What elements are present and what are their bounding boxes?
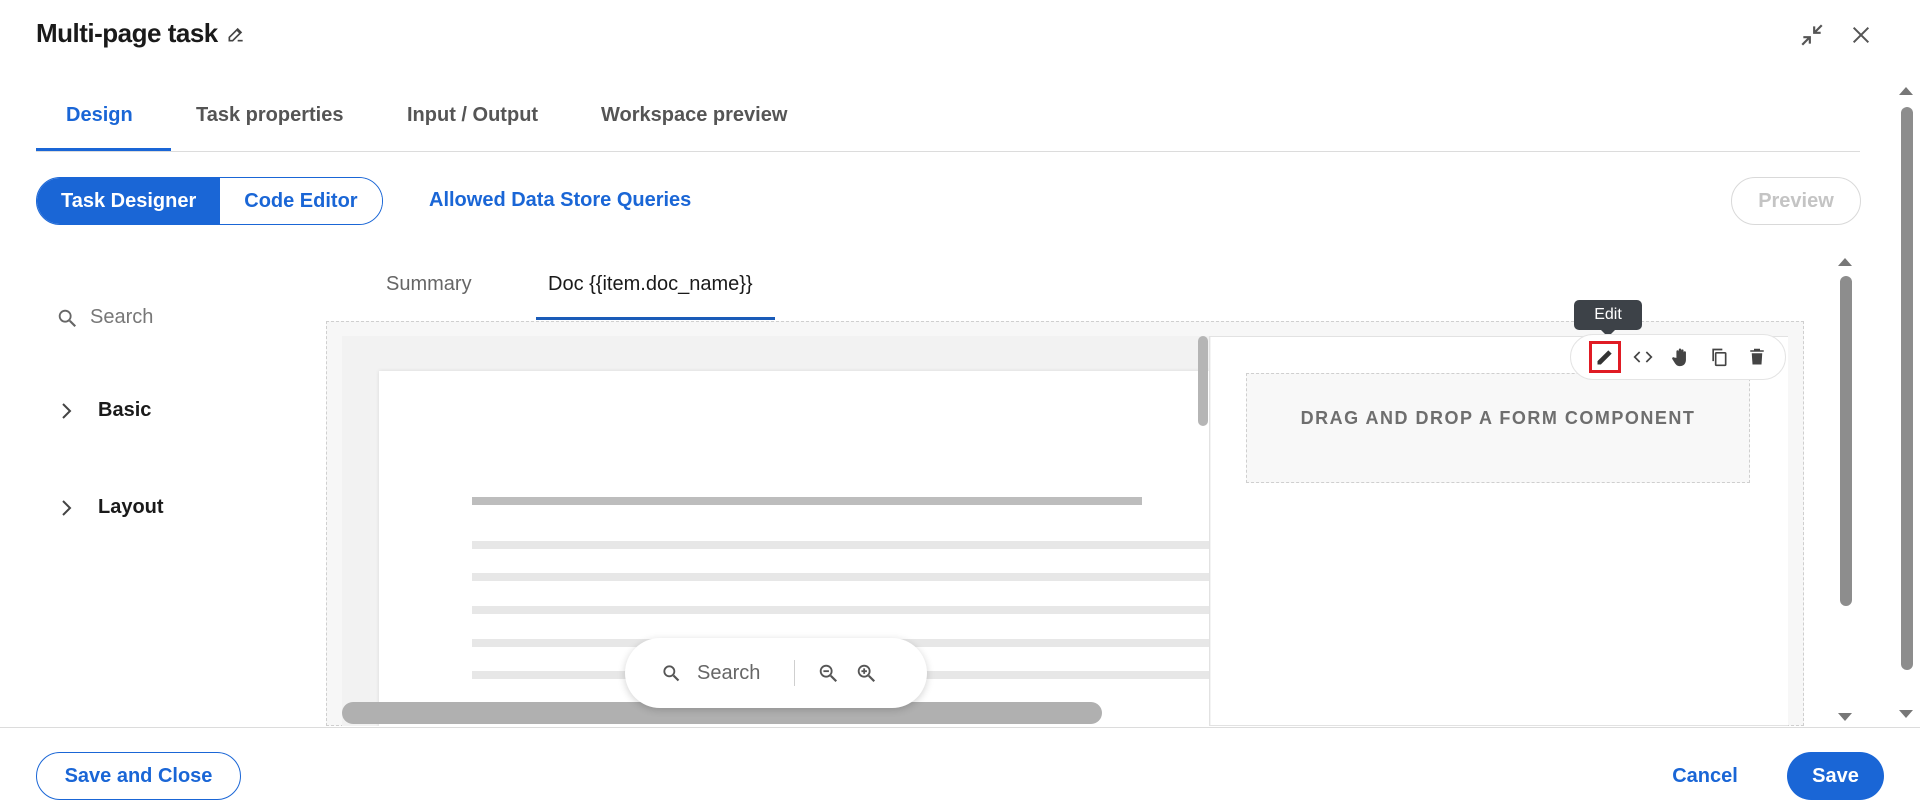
chevron-right-icon [60,498,74,518]
pencil-icon[interactable] [1589,341,1621,373]
trash-icon[interactable] [1743,343,1771,371]
preview-button[interactable]: Preview [1731,177,1861,225]
save-button[interactable]: Save [1787,752,1884,800]
save-and-close-button[interactable]: Save and Close [36,752,241,800]
tree-group-layout[interactable]: Layout [60,496,164,519]
zoom-out-icon[interactable] [817,662,839,684]
tab-input-output[interactable]: Input / Output [407,104,538,127]
toolbar-divider [794,660,796,686]
task-designer-button[interactable]: Task Designer [37,178,221,224]
component-search[interactable]: Search [56,306,153,329]
copy-icon[interactable] [1705,343,1733,371]
document-text-line [472,541,1209,549]
zoom-in-icon[interactable] [855,662,877,684]
document-vertical-scrollbar[interactable] [1198,336,1208,426]
document-search-input[interactable]: Search [697,662,760,685]
document-heading-line [472,497,1142,505]
form-dropzone[interactable]: DRAG AND DROP A FORM COMPONENT [1246,373,1750,483]
tab-workspace-preview[interactable]: Workspace preview [601,104,787,127]
inner-tab-indicator [536,317,775,320]
tab-doc[interactable]: Doc {{item.doc_name}} [548,273,753,296]
search-icon[interactable] [661,663,681,683]
component-toolbar [1570,334,1786,380]
close-icon[interactable] [1846,20,1876,50]
tree-group-basic[interactable]: Basic [60,399,151,422]
search-icon [56,307,78,329]
tab-task-properties[interactable]: Task properties [196,104,343,127]
tabs-divider [36,151,1860,152]
page-title: Multi-page task [36,18,246,49]
tab-summary[interactable]: Summary [386,273,472,296]
page-scroll-down[interactable] [1899,710,1913,718]
canvas-vertical-scrollbar[interactable] [1840,276,1852,606]
footer-divider [0,727,1920,728]
tree-group-label: Layout [98,496,164,518]
code-editor-button[interactable]: Code Editor [220,178,382,224]
cancel-button[interactable]: Cancel [1650,752,1760,800]
active-tab-indicator [36,148,171,151]
page-scroll-up[interactable] [1899,87,1913,95]
page-vertical-scrollbar[interactable] [1901,107,1913,670]
hand-drag-icon[interactable] [1667,343,1695,371]
pencil-icon[interactable] [226,24,246,44]
collapse-arrows-icon[interactable] [1797,20,1827,50]
edit-tooltip: Edit [1574,300,1642,330]
code-icon[interactable] [1629,343,1657,371]
document-text-line [472,573,1209,581]
document-text-line [472,606,1209,614]
tab-design[interactable]: Design [66,104,133,127]
component-search-placeholder: Search [90,306,154,328]
page-title-text: Multi-page task [36,18,218,48]
allowed-data-store-queries-link[interactable]: Allowed Data Store Queries [429,189,691,212]
mode-toggle: Task Designer Code Editor [36,177,383,225]
canvas-scroll-up[interactable] [1838,258,1852,266]
tree-group-label: Basic [98,399,152,421]
canvas-scroll-down[interactable] [1838,713,1852,721]
chevron-right-icon [60,401,74,421]
document-toolbar: Search [625,638,927,708]
